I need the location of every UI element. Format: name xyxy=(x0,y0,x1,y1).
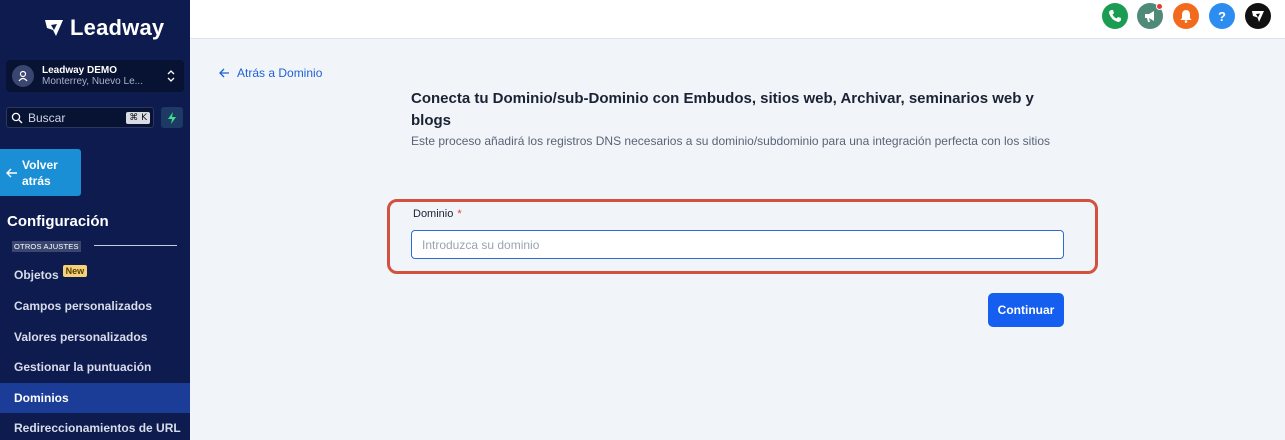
brand-icon[interactable] xyxy=(1245,3,1271,29)
bell-icon[interactable] xyxy=(1173,3,1199,29)
notification-dot xyxy=(1156,3,1163,10)
required-mark: * xyxy=(457,208,462,220)
divider xyxy=(94,245,177,246)
back-button[interactable]: Volver atrás xyxy=(0,149,81,196)
domain-field-label: Dominio * xyxy=(413,208,462,220)
sidebar-item-label: Valores personalizados xyxy=(14,330,148,344)
location-icon xyxy=(12,65,34,87)
sidebar: Leadway Leadway DEMO Monterrey, Nuevo Le… xyxy=(0,0,190,440)
sidebar-item-label: Dominios xyxy=(14,391,69,405)
search-label: Buscar xyxy=(28,110,66,125)
quick-actions-button[interactable] xyxy=(161,107,183,128)
brand-logo[interactable]: Leadway xyxy=(42,14,164,42)
phone-icon[interactable] xyxy=(1102,3,1128,29)
continue-button[interactable]: Continuar xyxy=(988,293,1064,327)
sidebar-item-puntuacion[interactable]: Gestionar la puntuación xyxy=(0,352,190,382)
help-icon[interactable]: ? xyxy=(1209,3,1235,29)
account-switcher[interactable]: Leadway DEMO Monterrey, Nuevo Le... xyxy=(6,60,184,92)
new-badge: New xyxy=(62,265,88,277)
account-name: Leadway DEMO xyxy=(42,65,118,76)
search-shortcut: ⌘ K xyxy=(126,111,150,124)
leadway-logo-icon xyxy=(45,20,63,36)
account-location: Monterrey, Nuevo Le... xyxy=(42,76,143,87)
search-box[interactable]: Buscar ⌘ K xyxy=(6,107,154,128)
sidebar-item-label: Gestionar la puntuación xyxy=(14,360,152,374)
sidebar-item-redirecciones[interactable]: Redireccionamientos de URL xyxy=(0,413,190,440)
arrow-left-icon xyxy=(219,68,229,78)
page-description: Este proceso añadirá los registros DNS n… xyxy=(411,134,1051,148)
sidebar-item-label: Redireccionamientos de URL xyxy=(14,421,181,435)
sidebar-item-campos[interactable]: Campos personalizados xyxy=(0,291,190,321)
sidebar-item-dominios[interactable]: Dominios xyxy=(0,383,190,413)
lightning-icon xyxy=(168,111,176,124)
section-subheading: OTROS AJUSTES xyxy=(12,241,81,252)
arrow-left-icon xyxy=(6,168,17,177)
back-to-domains-link[interactable]: Atrás a Dominio xyxy=(219,66,322,80)
back-button-label: Volver atrás xyxy=(22,157,58,188)
domain-input[interactable] xyxy=(411,230,1064,259)
page-title: Conecta tu Dominio/sub-Dominio con Embud… xyxy=(411,90,1034,129)
sidebar-item-label: Campos personalizados xyxy=(14,299,153,313)
chevron-updown-icon xyxy=(164,69,178,83)
back-link-label: Atrás a Dominio xyxy=(237,66,323,80)
section-title: Configuración xyxy=(7,213,109,230)
search-icon xyxy=(11,112,23,123)
sidebar-item-label: Objetos xyxy=(14,268,59,282)
domain-label-text: Dominio xyxy=(413,208,454,220)
sidebar-item-valores[interactable]: Valores personalizados xyxy=(0,322,190,352)
sidebar-item-objetos[interactable]: Objetos New xyxy=(0,260,190,290)
top-bar: ? xyxy=(190,0,1285,39)
brand-name: Leadway xyxy=(70,15,165,40)
megaphone-icon[interactable] xyxy=(1137,3,1163,29)
